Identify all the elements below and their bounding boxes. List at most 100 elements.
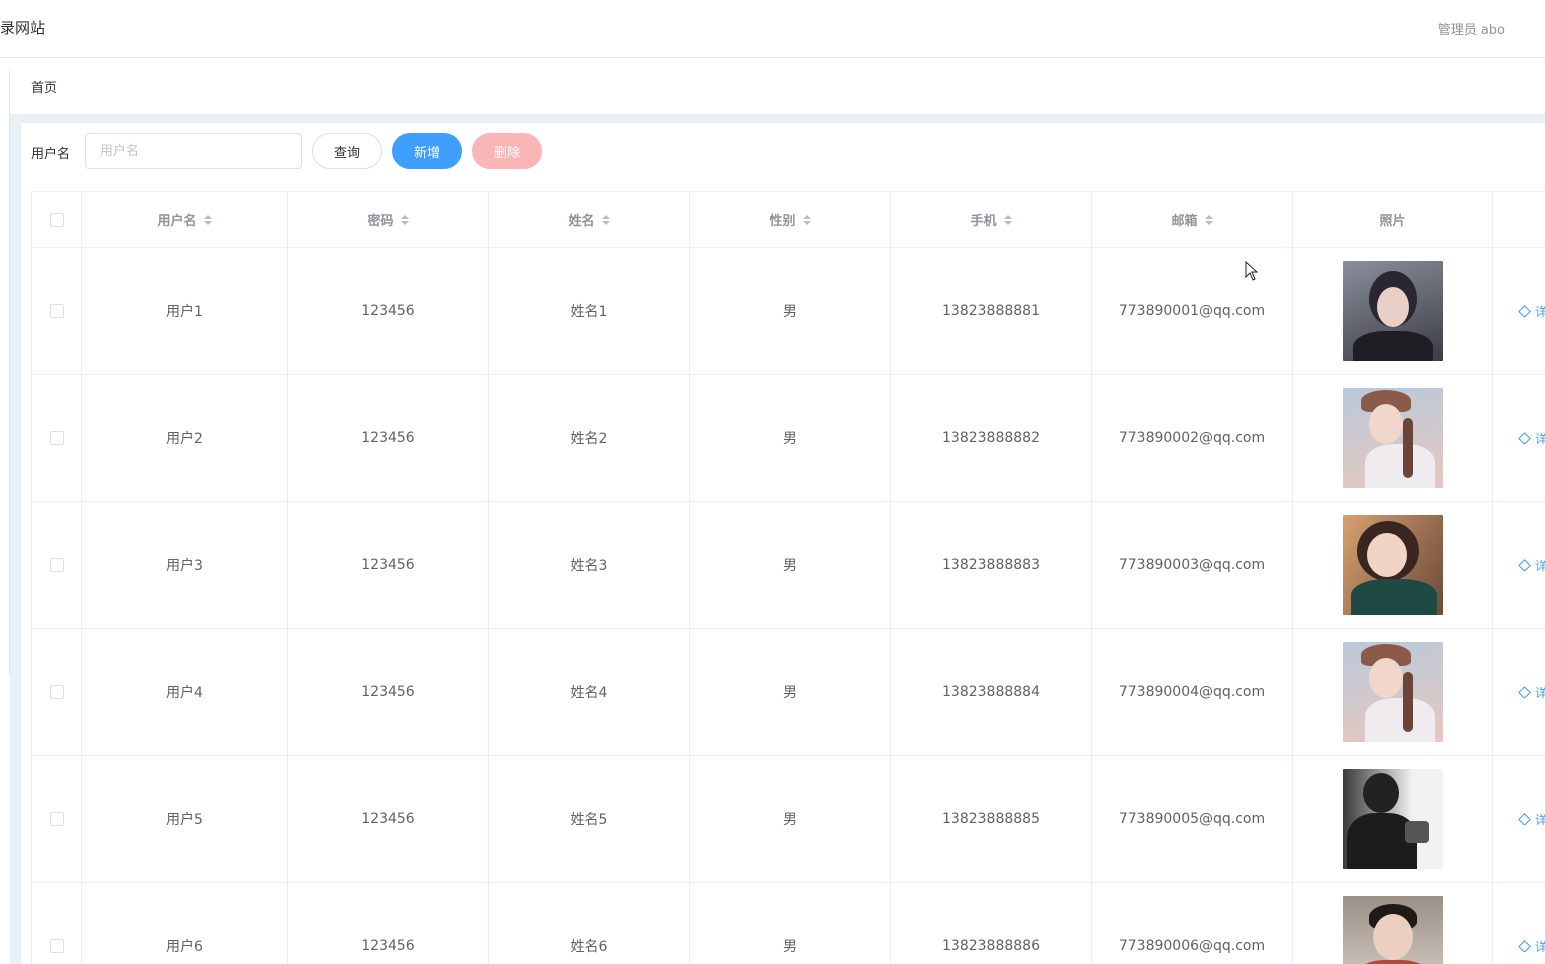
user-photo: [1342, 642, 1443, 742]
row-checkbox[interactable]: [49, 558, 64, 572]
detail-link[interactable]: 详: [1518, 430, 1545, 447]
phone-cell: 13823888882: [891, 375, 1092, 501]
email-cell: 773890004@qq.com: [1092, 629, 1293, 755]
password-cell: 123456: [288, 756, 489, 882]
breadcrumb-home[interactable]: 首页: [31, 77, 57, 96]
actions-cell: 详: [1493, 756, 1545, 882]
query-button[interactable]: 查询: [312, 133, 382, 169]
row-checkbox[interactable]: [49, 939, 64, 953]
column-header-gender[interactable]: 性别: [690, 192, 891, 247]
actions-cell: 详: [1493, 883, 1545, 964]
detail-link[interactable]: 详: [1518, 303, 1545, 320]
column-header-actions: [1493, 192, 1545, 247]
detail-link-label: 详: [1535, 812, 1545, 827]
column-header-label: 用户名: [157, 214, 197, 229]
username-cell: 用户3: [82, 502, 288, 628]
name-cell: 姓名4: [489, 629, 690, 755]
password-cell: 123456: [288, 629, 489, 755]
row-select-cell: [32, 756, 82, 882]
detail-link[interactable]: 详: [1518, 684, 1545, 701]
column-header-label: 密码: [367, 214, 394, 229]
name-cell: 姓名3: [489, 502, 690, 628]
top-bar: 录网站 管理员 abo: [0, 0, 1545, 58]
name-cell: 姓名6: [489, 883, 690, 964]
username-filter-label: 用户名: [31, 147, 71, 162]
actions-cell: 详: [1493, 629, 1545, 755]
username-cell: 用户2: [82, 375, 288, 501]
column-header-label: 姓名: [568, 214, 595, 229]
detail-link[interactable]: 详: [1518, 557, 1545, 574]
gender-cell: 男: [690, 375, 891, 501]
name-cell: 姓名5: [489, 756, 690, 882]
phone-cell: 13823888885: [891, 756, 1092, 882]
photo-cell: [1293, 375, 1493, 501]
delete-button[interactable]: 删除: [472, 133, 542, 169]
photo-cell: [1293, 883, 1493, 964]
table-row: 用户4 123456 姓名4 男 13823888884 773890004@q…: [32, 629, 1545, 756]
detail-link-label: 详: [1535, 685, 1545, 700]
email-cell: 773890006@qq.com: [1092, 883, 1293, 964]
user-photo: [1342, 261, 1443, 361]
edit-icon: [1518, 685, 1531, 699]
phone-cell: 13823888881: [891, 248, 1092, 374]
photo-cell: [1293, 756, 1493, 882]
actions-cell: 详: [1493, 502, 1545, 628]
main-content: 用户名 查询 新增 删除 用户名 密码 姓名 性别 手机 邮箱 照片 用户1 1…: [21, 123, 1545, 964]
select-all-cell: [32, 192, 82, 247]
sort-icon[interactable]: [1204, 214, 1213, 225]
row-select-cell: [32, 629, 82, 755]
table-row: 用户1 123456 姓名1 男 13823888881 773890001@q…: [32, 248, 1545, 375]
table-row: 用户2 123456 姓名2 男 13823888882 773890002@q…: [32, 375, 1545, 502]
gender-cell: 男: [690, 502, 891, 628]
gender-cell: 男: [690, 756, 891, 882]
column-header-label: 照片: [1379, 214, 1406, 229]
phone-cell: 13823888884: [891, 629, 1092, 755]
select-all-checkbox[interactable]: [49, 212, 64, 227]
detail-link[interactable]: 详: [1518, 811, 1545, 828]
username-search-input[interactable]: [85, 133, 302, 169]
user-photo: [1342, 769, 1443, 869]
column-header-password[interactable]: 密码: [288, 192, 489, 247]
column-header-username[interactable]: 用户名: [82, 192, 288, 247]
user-photo: [1342, 896, 1443, 964]
row-select-cell: [32, 883, 82, 964]
detail-link-label: 详: [1535, 939, 1545, 954]
sort-icon[interactable]: [400, 214, 409, 225]
breadcrumb-bar: 首页: [10, 59, 1545, 114]
sort-icon[interactable]: [802, 214, 811, 225]
column-header-email[interactable]: 邮箱: [1092, 192, 1293, 247]
mouse-cursor-icon: [1245, 261, 1259, 281]
phone-cell: 13823888886: [891, 883, 1092, 964]
photo-cell: [1293, 629, 1493, 755]
user-photo: [1342, 388, 1443, 488]
column-header-label: 邮箱: [1171, 214, 1198, 229]
add-button[interactable]: 新增: [392, 133, 462, 169]
row-checkbox[interactable]: [49, 304, 64, 318]
detail-link[interactable]: 详: [1518, 938, 1545, 955]
table-row: 用户6 123456 姓名6 男 13823888886 773890006@q…: [32, 883, 1545, 964]
row-checkbox[interactable]: [49, 685, 64, 699]
gender-cell: 男: [690, 883, 891, 964]
row-checkbox[interactable]: [49, 431, 64, 445]
actions-cell: 详: [1493, 375, 1545, 501]
actions-cell: 详: [1493, 248, 1545, 374]
row-select-cell: [32, 375, 82, 501]
user-photo: [1342, 515, 1443, 615]
row-checkbox[interactable]: [49, 812, 64, 826]
username-cell: 用户4: [82, 629, 288, 755]
user-info[interactable]: 管理员 abo: [1438, 19, 1505, 38]
sort-icon[interactable]: [203, 214, 212, 225]
edit-icon: [1518, 812, 1531, 826]
photo-cell: [1293, 248, 1493, 374]
column-header-name[interactable]: 姓名: [489, 192, 690, 247]
sort-icon[interactable]: [1003, 214, 1012, 225]
column-header-phone[interactable]: 手机: [891, 192, 1092, 247]
table-row: 用户5 123456 姓名5 男 13823888885 773890005@q…: [32, 756, 1545, 883]
table-header-row: 用户名 密码 姓名 性别 手机 邮箱 照片: [32, 192, 1545, 248]
content-gutter: [10, 114, 21, 964]
row-select-cell: [32, 502, 82, 628]
phone-cell: 13823888883: [891, 502, 1092, 628]
column-header-label: 性别: [769, 214, 796, 229]
column-header-label: 手机: [970, 214, 997, 229]
sort-icon[interactable]: [601, 214, 610, 225]
